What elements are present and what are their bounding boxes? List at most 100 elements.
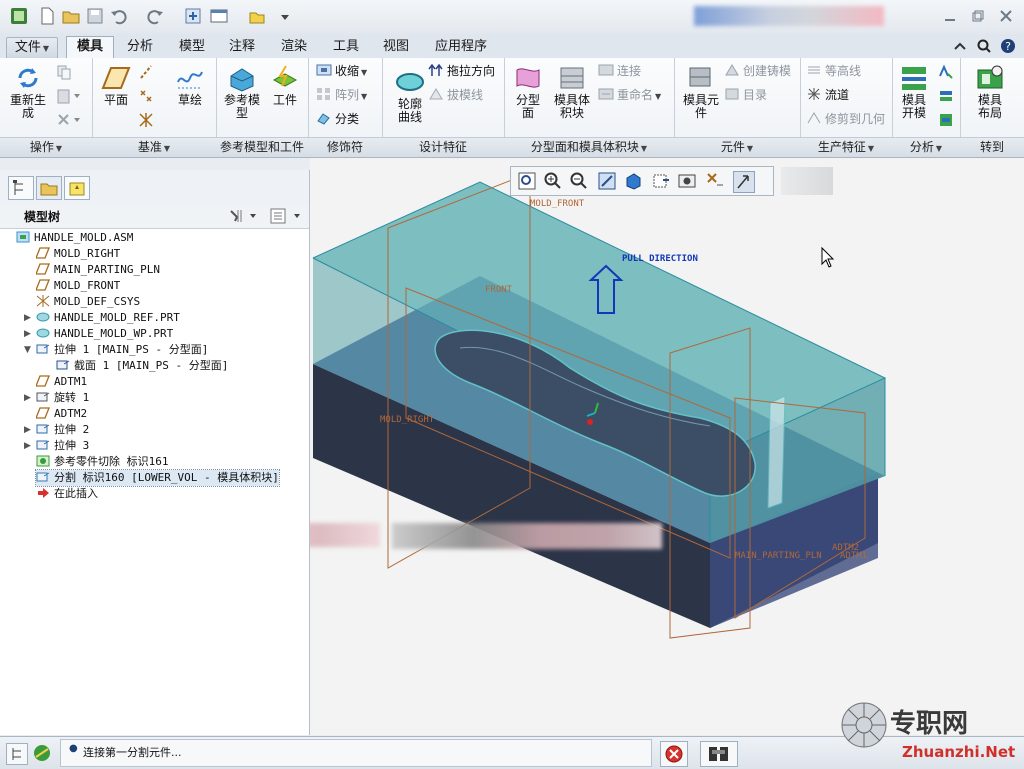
tree-item[interactable]: 截面 1 [MAIN_PS - 分型面]	[56, 358, 228, 374]
copy-icon[interactable]	[56, 64, 72, 80]
outline-curve-button[interactable]: 轮廓 曲线	[388, 68, 432, 124]
open-folder-icon[interactable]	[62, 7, 80, 25]
expand-arrow-icon[interactable]: ▶	[24, 425, 31, 435]
tree-item[interactable]: MOLD_FRONT	[35, 278, 120, 294]
projected-area-icon[interactable]	[938, 112, 954, 128]
tree-item[interactable]: 参考零件切除 标识161	[36, 454, 169, 470]
paste-icon[interactable]	[56, 88, 82, 104]
collapse-ribbon-icon[interactable]	[952, 38, 968, 54]
folder-browser-tab-icon[interactable]	[36, 176, 62, 200]
pattern-button[interactable]: 阵列 ▼	[316, 86, 367, 104]
redo-icon[interactable]	[146, 7, 164, 25]
undo-icon[interactable]	[110, 7, 128, 25]
zoom-out-icon[interactable]	[569, 171, 589, 191]
stop-regen-button[interactable]	[660, 741, 688, 767]
datum-display-icon[interactable]	[705, 171, 725, 191]
datum-point-icon[interactable]	[138, 88, 154, 104]
regenerate-icon[interactable]	[184, 7, 202, 25]
new-file-icon[interactable]	[38, 7, 56, 25]
tab-tools[interactable]: 工具	[324, 37, 368, 57]
tree-item[interactable]: 拉伸 3	[36, 438, 89, 454]
delete-icon[interactable]	[56, 112, 82, 128]
view-manager-icon[interactable]	[677, 171, 697, 191]
graphics-viewport[interactable]: MOLD_FRONT PULL DIRECTION FRONT MOLD_RIG…	[310, 158, 1024, 735]
minimize-icon[interactable]	[942, 8, 958, 24]
draft-line-button[interactable]: 拔模线	[428, 86, 483, 104]
tree-item[interactable]: 拉伸 1 [MAIN_PS - 分型面]	[36, 342, 208, 358]
model-tree-tab-icon[interactable]	[8, 176, 34, 200]
expand-arrow-icon[interactable]: ▶	[24, 313, 31, 323]
search-icon[interactable]	[976, 38, 992, 54]
group-label-operations[interactable]: 操作 ▼	[0, 137, 92, 157]
toggle-browser-icon[interactable]	[32, 743, 52, 763]
rename-button[interactable]: 重命名 ▼	[598, 86, 661, 104]
close-window-icon[interactable]	[248, 7, 266, 25]
shrink-button[interactable]: 收缩 ▼	[316, 62, 367, 80]
display-style-icon[interactable]	[623, 171, 643, 191]
restore-icon[interactable]	[970, 8, 986, 24]
saved-orientations-icon[interactable]	[651, 171, 671, 191]
classify-button[interactable]: 分类	[316, 110, 359, 128]
create-casting-button[interactable]: 创建铸模	[724, 62, 791, 80]
repaint-icon[interactable]	[597, 171, 617, 191]
tree-item[interactable]: HANDLE_MOLD_WP.PRT	[36, 326, 173, 342]
sketch-button[interactable]: 草绘	[170, 64, 210, 107]
tab-analysis[interactable]: 分析	[118, 37, 162, 57]
plane-button[interactable]: 平面	[98, 64, 134, 107]
customize-toolbar-icon[interactable]	[276, 7, 294, 25]
tree-item[interactable]: ADTM1	[35, 374, 87, 390]
directory-button[interactable]: 目录	[724, 86, 767, 104]
tree-item[interactable]: MOLD_RIGHT	[35, 246, 120, 262]
parting-surface-button[interactable]: 分型 面	[508, 64, 548, 120]
app-logo-icon[interactable]	[10, 7, 28, 25]
group-label-analysis[interactable]: 分析 ▼	[892, 137, 960, 157]
tree-item[interactable]: 分割 标识160 [LOWER_VOL - 模具体积块]	[35, 469, 280, 487]
tab-annotate[interactable]: 注释	[220, 37, 264, 57]
reference-model-button[interactable]: 参考模 型	[220, 64, 264, 120]
selection-filter-button[interactable]	[700, 741, 738, 767]
zoom-in-icon[interactable]	[543, 171, 563, 191]
tree-item[interactable]: MOLD_DEF_CSYS	[36, 294, 140, 310]
tree-item[interactable]: 拉伸 2	[36, 422, 89, 438]
group-label-production[interactable]: 生产特征 ▼	[800, 137, 892, 157]
tab-model[interactable]: 模型	[170, 37, 214, 57]
tab-render[interactable]: 渲染	[272, 37, 316, 57]
thickness-check-icon[interactable]	[938, 88, 954, 104]
expand-arrow-icon[interactable]: ▶	[24, 393, 31, 403]
mold-opening-button[interactable]: 模具 开模	[894, 64, 934, 120]
expand-arrow-icon[interactable]: ▶	[24, 441, 31, 451]
tree-item[interactable]: ADTM2	[35, 406, 87, 422]
refit-icon[interactable]	[517, 171, 537, 191]
regenerate-button[interactable]: 重新生 成	[6, 64, 50, 120]
tree-item[interactable]: 在此插入	[36, 486, 98, 502]
mold-component-button[interactable]: 模具元 件	[678, 64, 724, 120]
windows-icon[interactable]	[210, 7, 228, 25]
mold-layout-button[interactable]: 模具 布局	[966, 64, 1014, 120]
coordinate-system-icon[interactable]	[138, 112, 154, 128]
tab-file[interactable]: 文件 ▼	[6, 37, 58, 59]
toggle-navigator-icon[interactable]	[6, 743, 28, 765]
mold-volume-button[interactable]: 模具体 积块	[548, 64, 596, 120]
runner-button[interactable]: 流道	[806, 86, 849, 104]
tree-item[interactable]: 旋转 1	[36, 390, 89, 406]
tree-item[interactable]: HANDLE_MOLD.ASM	[16, 230, 133, 246]
tree-item[interactable]: HANDLE_MOLD_REF.PRT	[36, 310, 180, 326]
connect-button[interactable]: 连接	[598, 62, 641, 80]
help-icon[interactable]: ?	[1000, 38, 1016, 54]
group-label-parting[interactable]: 分型面和模具体积块 ▼	[504, 137, 674, 157]
group-label-components[interactable]: 元件 ▼	[674, 137, 800, 157]
favorites-tab-icon[interactable]	[64, 176, 90, 200]
draft-check-icon[interactable]	[938, 64, 954, 80]
datum-axis-icon[interactable]	[138, 64, 154, 80]
close-icon[interactable]	[998, 8, 1014, 24]
collapse-arrow-icon[interactable]: ▼	[24, 345, 31, 355]
save-icon[interactable]	[86, 7, 104, 25]
show-menu-icon[interactable]	[268, 207, 304, 225]
workpiece-button[interactable]: 工件	[266, 64, 304, 107]
spin-center-icon[interactable]	[733, 171, 755, 193]
expand-arrow-icon[interactable]: ▶	[24, 329, 31, 339]
group-label-datum[interactable]: 基准 ▼	[92, 137, 216, 157]
tab-mold[interactable]: 模具	[66, 36, 114, 59]
contour-button[interactable]: 等高线	[806, 62, 861, 80]
trim-to-geometry-button[interactable]: 修剪到几何	[806, 110, 885, 128]
